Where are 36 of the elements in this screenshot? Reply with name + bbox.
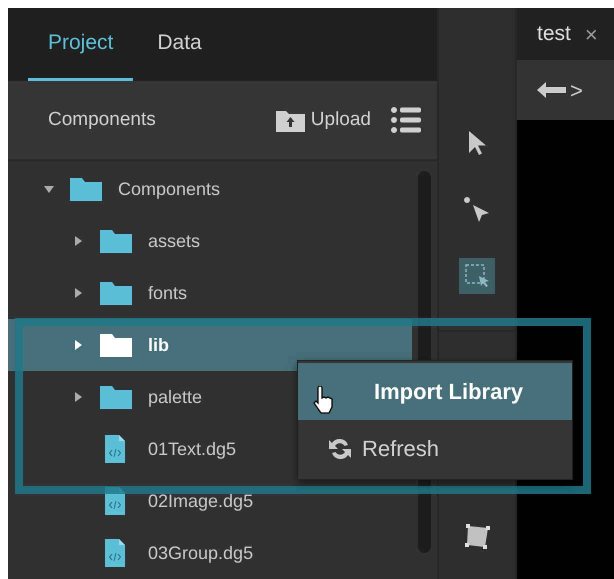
- tree-label: 02Image.dg5: [148, 490, 254, 513]
- tree-label: lib: [148, 334, 169, 356]
- tree-label: assets: [148, 230, 200, 252]
- back-arrow-icon: [537, 81, 566, 99]
- folder-icon: [100, 281, 132, 305]
- direct-select-icon: [463, 196, 491, 224]
- tree-label: 01Text.dg5: [148, 438, 236, 461]
- hand-cursor-icon: [312, 386, 334, 416]
- tree-row[interactable]: fonts: [8, 267, 412, 319]
- forward-button[interactable]: >: [570, 74, 583, 106]
- close-button[interactable]: ×: [584, 18, 598, 50]
- list-icon: [391, 106, 421, 134]
- tree-label: Components: [118, 178, 220, 201]
- shape-tool-icon: [462, 522, 492, 551]
- upload-button[interactable]: Upload: [276, 106, 371, 134]
- menu-item[interactable]: Refresh: [298, 420, 572, 477]
- folder-icon: [100, 229, 132, 253]
- upload-folder-icon: [276, 108, 305, 132]
- tree-label: fonts: [148, 282, 188, 304]
- tree-row[interactable]: assets: [8, 215, 412, 267]
- tree-row[interactable]: 03Group.dg5: [8, 527, 412, 579]
- panel-tab[interactable]: Data: [137, 8, 222, 82]
- menu-item[interactable]: Import Library: [298, 363, 572, 420]
- panel-title: Components: [48, 108, 156, 132]
- marquee-select-icon: [463, 262, 491, 290]
- tree-row[interactable]: Components: [8, 163, 412, 215]
- editor-tab-label: test: [537, 21, 571, 48]
- tree-row[interactable]: 02Image.dg5: [8, 475, 412, 527]
- folder-icon: [100, 385, 132, 409]
- tree-label: 03Group.dg5: [148, 542, 254, 565]
- folder-icon: [100, 333, 132, 357]
- back-button[interactable]: [537, 81, 566, 99]
- tree-label: palette: [148, 386, 202, 409]
- file-icon: [105, 539, 125, 567]
- file-icon: [105, 435, 125, 463]
- folder-icon: [70, 177, 102, 201]
